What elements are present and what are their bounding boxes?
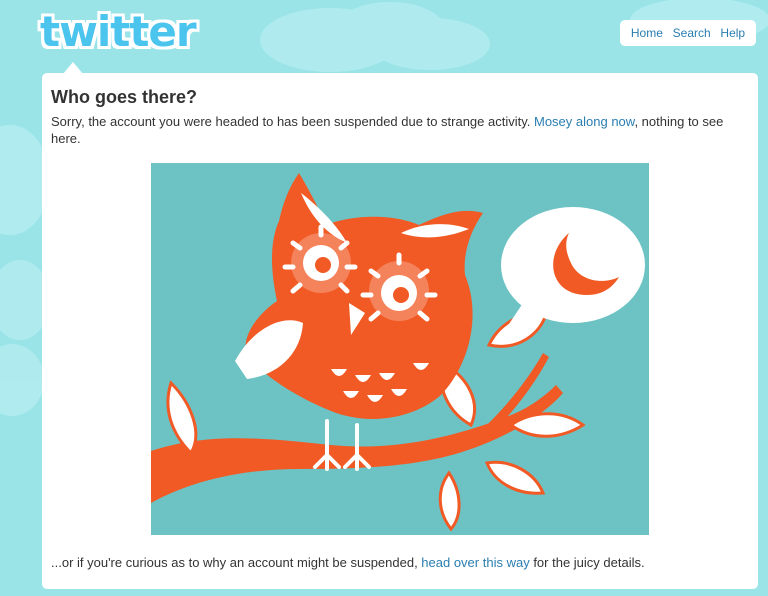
twitter-logo[interactable]: twitter — [40, 8, 197, 56]
suspension-message: Sorry, the account you were headed to ha… — [51, 113, 741, 147]
nav-home-link[interactable]: Home — [631, 26, 663, 40]
footer-text-end: for the juicy details. — [529, 555, 645, 570]
owl-illustration — [151, 163, 649, 535]
top-navigation: Home Search Help — [620, 20, 756, 46]
footer-text-start: ...or if you're curious as to why an acc… — [51, 555, 422, 570]
content-panel: Who goes there? Sorry, the account you w… — [42, 73, 758, 589]
nav-help-link[interactable]: Help — [720, 26, 745, 40]
mosey-along-link[interactable]: Mosey along now — [534, 114, 634, 129]
page-title: Who goes there? — [51, 87, 198, 107]
nav-search-link[interactable]: Search — [673, 26, 711, 40]
intro-text-start: Sorry, the account you were headed to ha… — [51, 114, 534, 129]
suspension-details-link[interactable]: head over this way — [421, 555, 529, 570]
footer-message: ...or if you're curious as to why an acc… — [51, 554, 751, 571]
